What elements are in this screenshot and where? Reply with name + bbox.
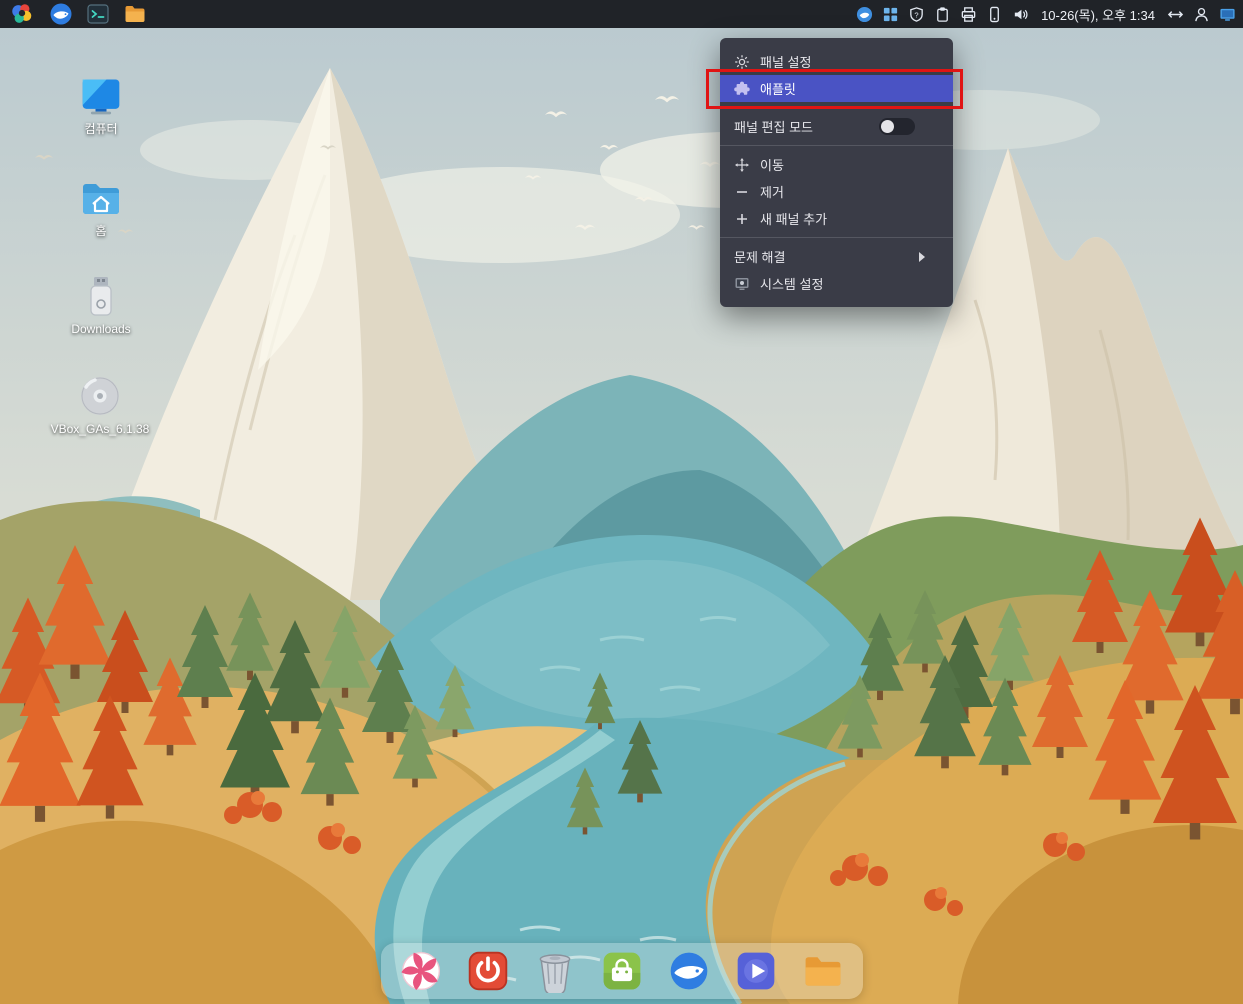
terminal-launcher-icon[interactable]	[86, 2, 110, 26]
home-folder-icon	[79, 176, 123, 220]
svg-text:?: ?	[914, 10, 918, 19]
panel-clock[interactable]: 10-26(목), 오후 1:34	[1038, 5, 1158, 24]
menu-item-label: 패널 편집 모드	[734, 117, 813, 136]
printer-icon[interactable]	[960, 6, 977, 23]
puzzle-icon	[734, 81, 750, 97]
menu-item-move[interactable]: 이동	[720, 151, 953, 178]
wallpaper-landscape	[0, 0, 1243, 1004]
top-panel[interactable]: ? 10-26(목), 오후 1:34	[0, 0, 1243, 28]
system-settings-icon	[734, 276, 750, 292]
whale-browser-dock-icon[interactable]	[667, 949, 711, 993]
minus-icon	[734, 184, 750, 200]
power-icon[interactable]	[466, 949, 510, 993]
media-player-icon[interactable]	[734, 949, 778, 993]
plus-icon	[734, 211, 750, 227]
menu-item-label: 제거	[760, 182, 784, 201]
desktop-icon-home[interactable]: 홈	[55, 176, 147, 238]
phone-icon[interactable]	[986, 6, 1003, 23]
menu-item-label: 애플릿	[760, 79, 796, 98]
distro-logo-icon[interactable]	[8, 1, 36, 27]
hamonikr-candy-icon[interactable]	[399, 949, 443, 993]
workspace-grid-icon[interactable]	[882, 6, 899, 23]
desktop-icon-label: 홈	[95, 225, 106, 238]
menu-separator	[720, 145, 953, 146]
system-tray: ? 10-26(목), 오후 1:34	[856, 5, 1243, 24]
menu-item-applets[interactable]: 애플릿	[720, 75, 953, 102]
usb-drive-icon	[79, 274, 123, 318]
menu-item-label: 시스템 설정	[760, 274, 823, 293]
user-icon[interactable]	[1193, 6, 1210, 23]
panel-context-menu: 패널 설정 애플릿 패널 편집 모드 이동 제거 새 패널 추가 문제 해결	[720, 38, 953, 307]
whale-sync-icon[interactable]	[856, 6, 873, 23]
files-launcher-icon[interactable]	[123, 2, 147, 26]
menu-item-label: 새 패널 추가	[760, 209, 827, 228]
menu-item-remove[interactable]: 제거	[720, 178, 953, 205]
desktop-icon-downloads[interactable]: Downloads	[55, 274, 147, 336]
menu-item-label: 패널 설정	[760, 52, 811, 71]
menu-item-label: 이동	[760, 155, 784, 174]
menu-item-panel-settings[interactable]: 패널 설정	[720, 48, 953, 75]
shield-question-icon[interactable]: ?	[908, 6, 925, 23]
desktop-icon-label: VBox_GAs_6.1.38	[51, 423, 150, 436]
menu-separator	[720, 237, 953, 238]
menu-item-panel-edit-mode[interactable]: 패널 편집 모드	[720, 113, 953, 140]
menu-item-troubleshoot[interactable]: 문제 해결	[720, 243, 953, 270]
software-manager-icon[interactable]	[600, 949, 644, 993]
gear-icon	[734, 54, 750, 70]
whale-browser-launcher-icon[interactable]	[49, 2, 73, 26]
file-manager-dock-icon[interactable]	[801, 949, 845, 993]
move-icon	[734, 157, 750, 173]
menu-item-system-settings[interactable]: 시스템 설정	[720, 270, 953, 297]
desktop-icon-label: Downloads	[71, 323, 130, 336]
transfer-arrows-icon[interactable]	[1167, 6, 1184, 23]
dock	[381, 943, 863, 999]
desktop-icon-computer[interactable]: 컴퓨터	[55, 74, 147, 136]
display-icon[interactable]	[1219, 6, 1236, 23]
desktop-icon-label: 컴퓨터	[84, 123, 117, 136]
panel-launchers	[0, 1, 147, 27]
clipboard-icon[interactable]	[934, 6, 951, 23]
menu-item-add-panel[interactable]: 새 패널 추가	[720, 205, 953, 232]
panel-edit-mode-toggle[interactable]	[879, 118, 915, 135]
desktop-icon-vbox-gas[interactable]: VBox_GAs_6.1.38	[50, 374, 150, 436]
trash-icon[interactable]	[533, 949, 577, 993]
submenu-arrow-icon	[919, 252, 925, 262]
computer-icon	[79, 74, 123, 118]
toggle-knob	[881, 120, 894, 133]
cd-disc-icon	[78, 374, 122, 418]
volume-icon[interactable]	[1012, 6, 1029, 23]
menu-item-label: 문제 해결	[734, 247, 785, 266]
menu-separator	[720, 107, 953, 108]
